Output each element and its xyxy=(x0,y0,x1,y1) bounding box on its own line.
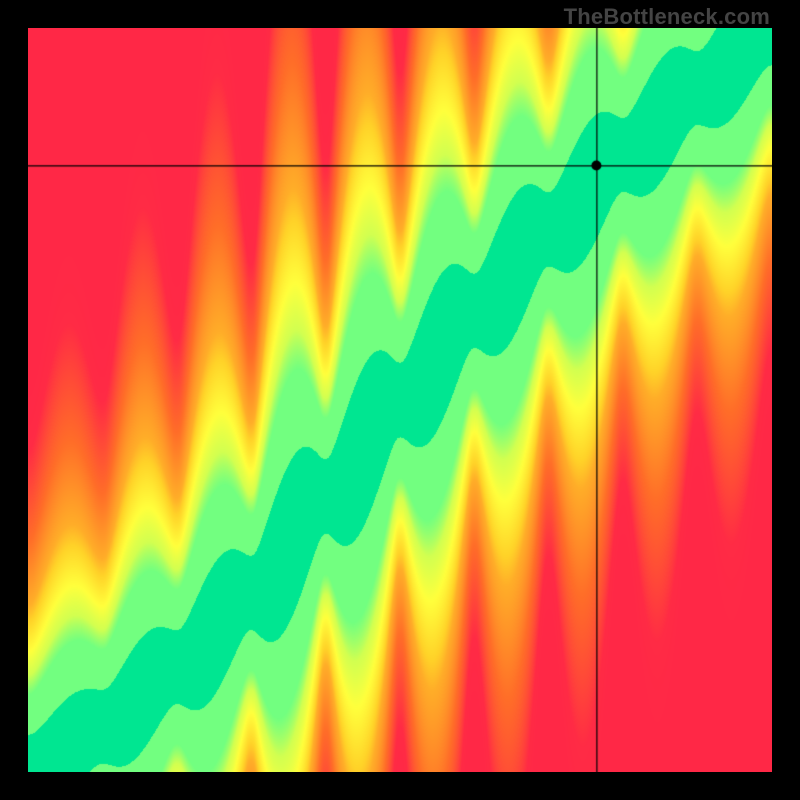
watermark-text: TheBottleneck.com xyxy=(564,4,770,30)
chart-container: TheBottleneck.com xyxy=(0,0,800,800)
heatmap-plot xyxy=(28,28,772,772)
